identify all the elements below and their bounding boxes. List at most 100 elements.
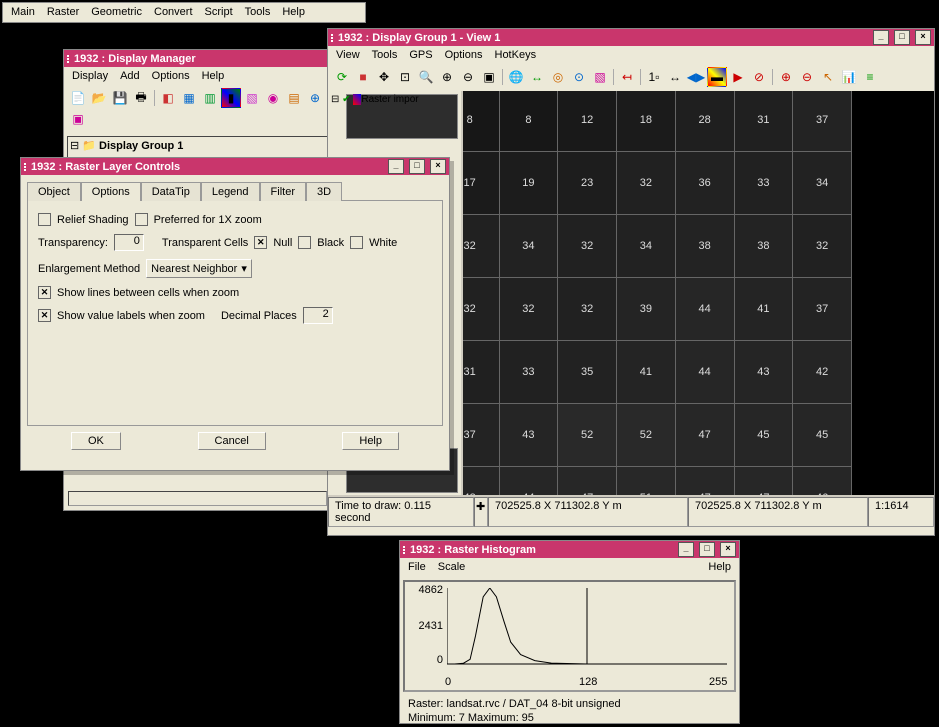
palette2-icon[interactable]: ▬ [707, 67, 727, 87]
close-icon[interactable]: × [915, 30, 931, 45]
enlargement-dropdown[interactable]: Nearest Neighbor ▾ [146, 259, 252, 278]
blue-arrow-icon[interactable]: ◀▶ [686, 67, 706, 87]
menu-convert[interactable]: Convert [154, 6, 193, 18]
tab-options[interactable]: Options [81, 182, 141, 201]
menu-help[interactable]: Help [282, 6, 305, 18]
palette-icon[interactable]: ▮ [221, 88, 241, 108]
hist-menu-help[interactable]: Help [708, 561, 731, 573]
menu-tools[interactable]: Tools [245, 6, 271, 18]
snapshot-icon[interactable]: ▧ [590, 67, 610, 87]
black-checkbox[interactable] [298, 236, 311, 249]
triangle-icon[interactable]: ▶ [728, 67, 748, 87]
cancel-button[interactable]: Cancel [198, 432, 266, 450]
hist-minimize-icon[interactable]: _ [678, 542, 694, 557]
tree-expand-icon[interactable]: ⊟ [70, 140, 82, 152]
locator-icon[interactable]: ◎ [548, 67, 568, 87]
tab-filter[interactable]: Filter [260, 182, 306, 201]
menu-geometric[interactable]: Geometric [91, 6, 142, 18]
status-cross-icon[interactable]: ✚ [474, 497, 488, 527]
zoom-in-icon[interactable]: ⊕ [437, 67, 457, 87]
nodata-icon[interactable]: ⊘ [749, 67, 769, 87]
globe-icon[interactable]: ⊕ [305, 88, 325, 108]
pref-zoom-checkbox[interactable] [135, 213, 148, 226]
view-menu-options[interactable]: Options [445, 49, 483, 61]
tab-object[interactable]: Object [27, 182, 81, 201]
menu-script[interactable]: Script [205, 6, 233, 18]
pan-icon[interactable]: ✥ [374, 67, 394, 87]
refresh-icon[interactable]: ⟳ [332, 67, 352, 87]
relief-shading-checkbox[interactable] [38, 213, 51, 226]
cell-value: 43 [734, 341, 793, 404]
zoom-prev-icon[interactable]: 🔍 [416, 67, 436, 87]
print-icon[interactable]: 🖶 [131, 88, 151, 108]
rlc-close-icon[interactable]: × [430, 159, 446, 174]
hist-titlebar[interactable]: 1932 : Raster Histogram _ □ × [400, 541, 739, 558]
cell-value: 8 [463, 91, 499, 152]
thumb-expand-icon[interactable]: ⊟ [331, 94, 339, 105]
hist-maximize-icon[interactable]: □ [699, 542, 715, 557]
dm-menu-help[interactable]: Help [202, 70, 225, 82]
add-layer-icon[interactable]: ◧ [158, 88, 178, 108]
tab-datatip[interactable]: DataTip [141, 182, 201, 201]
add-raster-icon[interactable]: ▦ [179, 88, 199, 108]
dm-menu-add[interactable]: Add [120, 70, 140, 82]
menu-main[interactable]: Main [11, 6, 35, 18]
globe2-icon[interactable]: 🌐 [506, 67, 526, 87]
scalebar-icon[interactable]: ↔ [665, 67, 685, 87]
display-manager-titlebar[interactable]: 1932 : Display Manager [64, 50, 331, 67]
rlc-minimize-icon[interactable]: _ [388, 159, 404, 174]
view-menu-hotkeys[interactable]: HotKeys [495, 49, 537, 61]
new-icon[interactable]: 📄 [68, 88, 88, 108]
white-checkbox[interactable] [350, 236, 363, 249]
grid-icon[interactable]: ▤ [284, 88, 304, 108]
tab-legend[interactable]: Legend [201, 182, 260, 201]
chart-icon[interactable]: 📊 [839, 67, 859, 87]
view-menu-gps[interactable]: GPS [409, 49, 432, 61]
raster-cell-grid[interactable]: 9881218283137161719233236333432323432343… [463, 91, 934, 495]
region-icon[interactable]: ▧ [242, 88, 262, 108]
zoom-full-icon[interactable]: ⊡ [395, 67, 415, 87]
hist-close-icon[interactable]: × [720, 542, 736, 557]
target-out-icon[interactable]: ⊖ [797, 67, 817, 87]
sync-icon[interactable]: ↔ [527, 67, 547, 87]
zoom1x-icon[interactable]: 1▫ [644, 67, 664, 87]
view-titlebar[interactable]: 1932 : Display Group 1 - View 1 _ □ × [328, 29, 934, 46]
open-icon[interactable]: 📂 [89, 88, 109, 108]
cube-icon[interactable]: ▣ [68, 109, 88, 129]
hist-menu-file[interactable]: File [408, 561, 426, 573]
dm-menu-display[interactable]: Display [72, 70, 108, 82]
stop-icon[interactable]: ■ [353, 67, 373, 87]
show-values-checkbox[interactable]: ✕ [38, 309, 51, 322]
target-in-icon[interactable]: ⊕ [776, 67, 796, 87]
decimal-places-field[interactable]: 2 [303, 307, 333, 324]
ok-button[interactable]: OK [71, 432, 121, 450]
view-menu-view[interactable]: View [336, 49, 360, 61]
pointer-icon[interactable]: ↖ [818, 67, 838, 87]
view-menu-tools[interactable]: Tools [372, 49, 398, 61]
tab-3d[interactable]: 3D [306, 182, 342, 201]
geolock-icon[interactable]: ⊙ [569, 67, 589, 87]
arrow-left-icon[interactable]: ↤ [617, 67, 637, 87]
show-lines-checkbox[interactable]: ✕ [38, 286, 51, 299]
cell-value: 39 [617, 278, 676, 341]
transparency-field[interactable]: 0 [114, 234, 144, 251]
cell-value: 36 [675, 152, 734, 215]
menu-raster[interactable]: Raster [47, 6, 79, 18]
thumb-check-icon[interactable]: ✔ [342, 94, 350, 105]
save-icon[interactable]: 💾 [110, 88, 130, 108]
maximize-icon[interactable]: □ [894, 30, 910, 45]
rlc-maximize-icon[interactable]: □ [409, 159, 425, 174]
contour-icon[interactable]: ◉ [263, 88, 283, 108]
zoom-box-icon[interactable]: ▣ [479, 67, 499, 87]
layers-icon[interactable]: ≡ [860, 67, 880, 87]
rlc-titlebar[interactable]: 1932 : Raster Layer Controls _ □ × [21, 158, 449, 175]
minimize-icon[interactable]: _ [873, 30, 889, 45]
dm-menu-options[interactable]: Options [152, 70, 190, 82]
hist-menu-scale[interactable]: Scale [438, 561, 466, 573]
tree-group-label[interactable]: Display Group 1 [99, 140, 183, 152]
help-button[interactable]: Help [342, 432, 399, 450]
dm-h-scrollbar[interactable] [68, 491, 327, 506]
add-group-icon[interactable]: ▥ [200, 88, 220, 108]
zoom-out-icon[interactable]: ⊖ [458, 67, 478, 87]
null-checkbox[interactable]: ✕ [254, 236, 267, 249]
